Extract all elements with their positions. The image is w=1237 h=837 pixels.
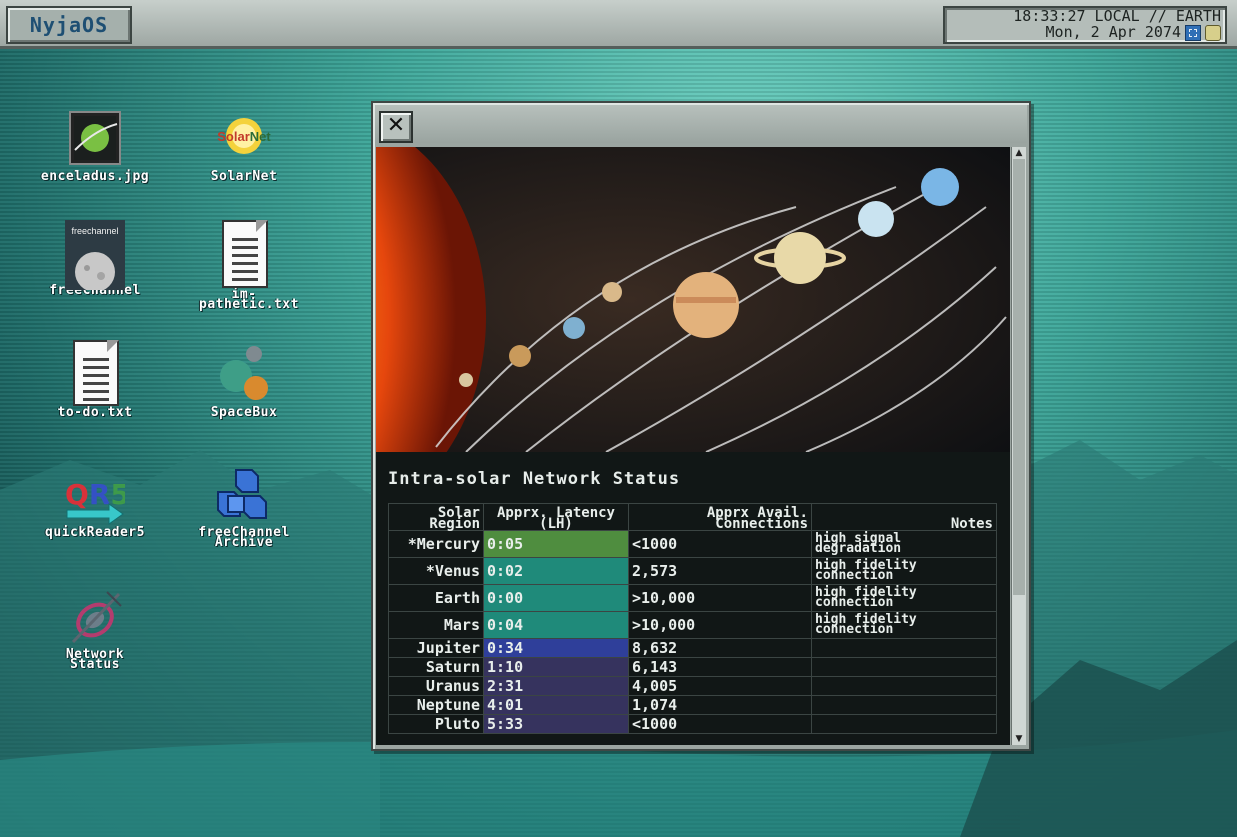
desktop-icon-enceladus[interactable]: enceladus.jpg bbox=[20, 110, 170, 184]
cell-connections: 1,074 bbox=[628, 695, 812, 715]
cell-region: Neptune bbox=[388, 695, 484, 715]
cell-region: Saturn bbox=[388, 657, 484, 677]
cell-connections: 2,573 bbox=[628, 557, 812, 585]
solarnet-logo-icon: SolarNet bbox=[214, 110, 274, 170]
cell-notes bbox=[811, 676, 997, 696]
top-menu-bar: NyjaOS 18:33:27 LOCAL // EARTH Mon, 2 Ap… bbox=[0, 0, 1237, 49]
cell-latency: 0:05 bbox=[483, 530, 629, 558]
table-row: *Venus 0:02 2,573 high fidelity connection bbox=[388, 557, 997, 585]
cell-connections: 6,143 bbox=[628, 657, 812, 677]
cell-latency: 5:33 bbox=[483, 714, 629, 734]
desktop-icon-label: Network Status bbox=[65, 647, 125, 672]
window-titlebar[interactable]: ✕ bbox=[375, 105, 1027, 143]
close-button[interactable]: ✕ bbox=[379, 111, 413, 143]
cell-latency: 1:10 bbox=[483, 657, 629, 677]
spacebux-app-icon bbox=[214, 340, 274, 406]
cell-connections: 4,005 bbox=[628, 676, 812, 696]
svg-text:SolarNet: SolarNet bbox=[217, 129, 271, 144]
scroll-thumb[interactable] bbox=[1013, 159, 1025, 595]
desktop-icon-im-pathetic[interactable]: im-pathetic.txt bbox=[169, 220, 319, 312]
cell-connections: >10,000 bbox=[628, 611, 812, 639]
cell-region: Jupiter bbox=[388, 638, 484, 658]
clock-panel: 18:33:27 LOCAL // EARTH Mon, 2 Apr 2074 bbox=[943, 6, 1227, 44]
text-file-icon bbox=[65, 340, 125, 406]
network-status-table: Solar Region Apprx. Latency (LH) Apprx A… bbox=[388, 503, 997, 734]
table-row: *Mercury 0:05 <1000 high signal degradation bbox=[388, 530, 997, 558]
desktop-icon-freechannel-archive[interactable]: freeChannel Archive bbox=[169, 466, 319, 550]
cell-notes bbox=[811, 695, 997, 715]
cell-region: Pluto bbox=[388, 714, 484, 734]
cell-notes: high fidelity connection bbox=[811, 557, 997, 585]
satellite-icon bbox=[65, 588, 125, 650]
cell-connections: <1000 bbox=[628, 530, 812, 558]
svg-text:QR5: QR5 bbox=[65, 478, 125, 511]
clock-date: Mon, 2 Apr 2074 bbox=[1045, 23, 1181, 41]
vertical-scrollbar[interactable]: ▲ ▼ bbox=[1011, 147, 1026, 745]
table-row: Jupiter 0:34 8,632 bbox=[388, 638, 997, 658]
cell-notes bbox=[811, 638, 997, 658]
cell-region: *Mercury bbox=[388, 530, 484, 558]
solar-system-illustration bbox=[376, 147, 1010, 452]
clock-time: 18:33:27 LOCAL // EARTH bbox=[1013, 7, 1221, 25]
cell-region: Uranus bbox=[388, 676, 484, 696]
freechannel-app-icon: freechannel bbox=[65, 220, 125, 292]
cell-latency: 0:02 bbox=[483, 557, 629, 585]
cell-latency: 4:01 bbox=[483, 695, 629, 715]
package-tray-icon[interactable] bbox=[1205, 25, 1221, 41]
network-tray-icon[interactable] bbox=[1185, 25, 1201, 41]
cell-region: *Venus bbox=[388, 557, 484, 585]
desktop-icon-spacebux[interactable]: SpaceBux bbox=[169, 340, 319, 420]
archive-cubes-icon bbox=[214, 466, 274, 526]
cell-latency: 0:04 bbox=[483, 611, 629, 639]
cell-region: Mars bbox=[388, 611, 484, 639]
window-content: Intra-solar Network Status Solar Region … bbox=[376, 147, 1010, 745]
os-menu-button[interactable]: NyjaOS bbox=[6, 6, 132, 44]
col-header-connections: Apprx Avail. Connections bbox=[628, 503, 812, 531]
table-row: Pluto 5:33 <1000 bbox=[388, 714, 997, 734]
desktop-icon-label: SolarNet bbox=[210, 169, 278, 184]
cell-notes: high fidelity connection bbox=[811, 611, 997, 639]
desktop-icon-label: quickReader5 bbox=[45, 525, 145, 540]
network-status-heading: Intra-solar Network Status bbox=[388, 469, 681, 489]
cell-notes bbox=[811, 657, 997, 677]
col-header-region: Solar Region bbox=[388, 503, 484, 531]
desktop-icon-label: to-do.txt bbox=[57, 405, 133, 420]
text-file-icon bbox=[214, 220, 274, 290]
cell-notes: high signal degradation bbox=[811, 530, 997, 558]
desktop-icon-to-do[interactable]: to-do.txt bbox=[20, 340, 170, 420]
quickreader-app-icon: QR5 bbox=[65, 470, 130, 526]
cell-latency: 0:00 bbox=[483, 584, 629, 612]
cell-latency: 0:34 bbox=[483, 638, 629, 658]
desktop-icon-label: SpaceBux bbox=[210, 405, 278, 420]
table-row: Uranus 2:31 4,005 bbox=[388, 676, 997, 696]
cell-connections: <1000 bbox=[628, 714, 812, 734]
network-status-window: ✕ Intra-solar Network Status Solar Regio… bbox=[371, 101, 1031, 751]
col-header-notes: Notes bbox=[811, 503, 997, 531]
desktop-icon-network-status[interactable]: Network Status bbox=[20, 588, 170, 672]
cell-connections: 8,632 bbox=[628, 638, 812, 658]
svg-text:freechannel: freechannel bbox=[71, 226, 118, 236]
cell-latency: 2:31 bbox=[483, 676, 629, 696]
cell-region: Earth bbox=[388, 584, 484, 612]
table-row: Mars 0:04 >10,000 high fidelity connection bbox=[388, 611, 997, 639]
cell-notes bbox=[811, 714, 997, 734]
cell-notes: high fidelity connection bbox=[811, 584, 997, 612]
desktop-icon-solarnet[interactable]: SolarNet SolarNet bbox=[169, 110, 319, 184]
scroll-up-arrow-icon[interactable]: ▲ bbox=[1012, 147, 1026, 159]
col-header-latency: Apprx. Latency (LH) bbox=[483, 503, 629, 531]
table-row: Saturn 1:10 6,143 bbox=[388, 657, 997, 677]
scroll-down-arrow-icon[interactable]: ▼ bbox=[1012, 733, 1026, 745]
desktop-icon-quickreader5[interactable]: QR5 quickReader5 bbox=[20, 470, 170, 540]
table-row: Earth 0:00 >10,000 high fidelity connection bbox=[388, 584, 997, 612]
desktop-icon-label: enceladus.jpg bbox=[40, 169, 150, 184]
desktop-icon-label: freeChannel Archive bbox=[198, 525, 290, 550]
cell-connections: >10,000 bbox=[628, 584, 812, 612]
image-file-icon bbox=[65, 110, 125, 170]
table-row: Neptune 4:01 1,074 bbox=[388, 695, 997, 715]
desktop-icon-label: im-pathetic.txt bbox=[199, 287, 299, 312]
desktop-icon-freechannel[interactable]: freechannel freeChannel bbox=[20, 220, 170, 297]
